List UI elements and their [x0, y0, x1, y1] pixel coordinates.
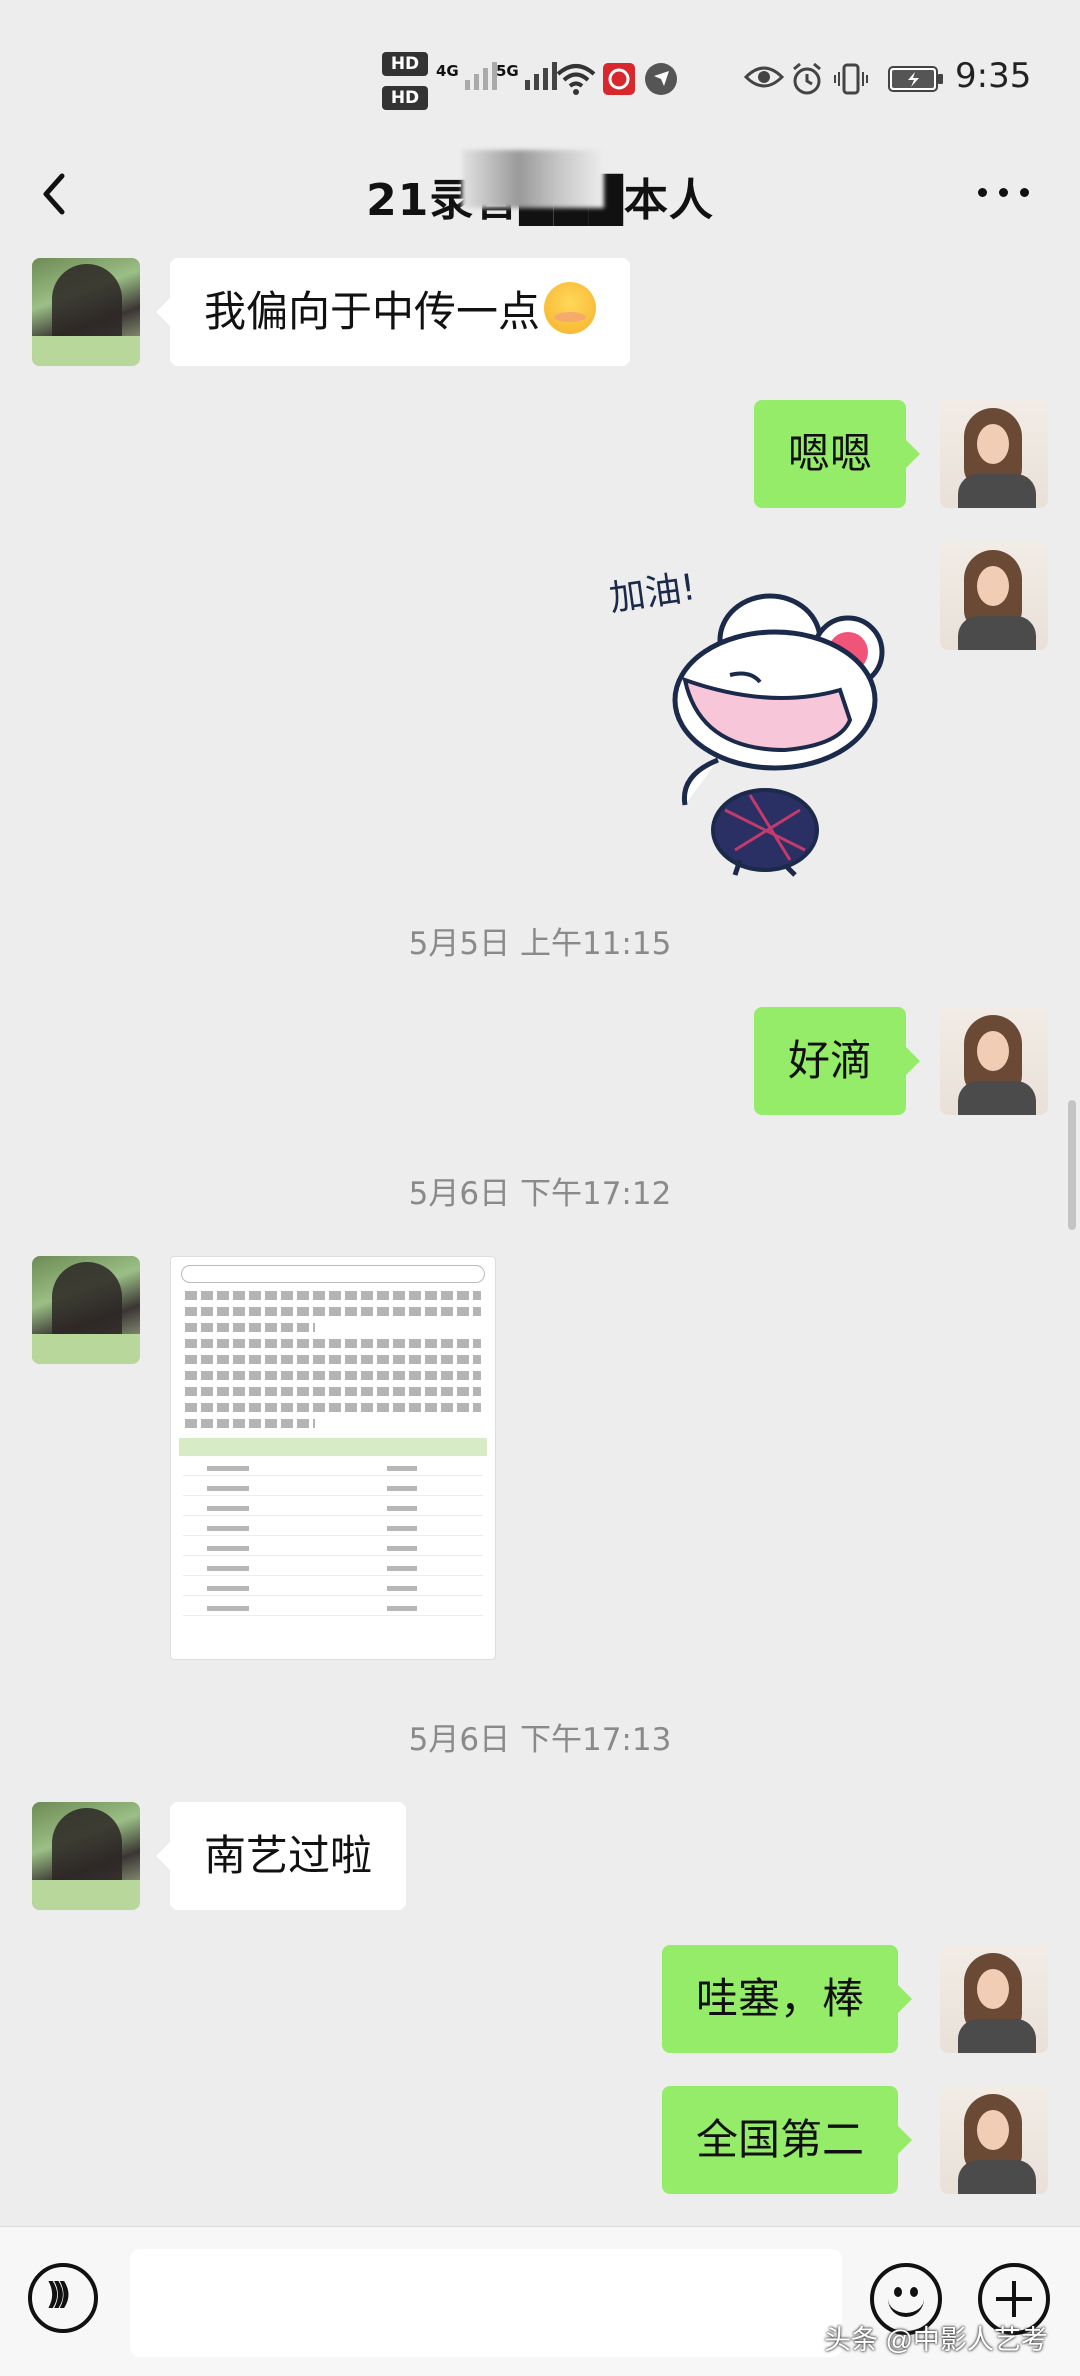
- network-type-label-2: 5G: [496, 62, 519, 80]
- signal-icon-2: 5G: [496, 62, 557, 90]
- my-avatar[interactable]: [940, 2086, 1048, 2194]
- sticker-text: 加油!: [607, 567, 698, 620]
- message-text: 南艺过啦: [204, 1831, 373, 1880]
- contact-avatar[interactable]: [32, 1802, 140, 1910]
- message-bubble-outgoing[interactable]: 好滴: [754, 1007, 921, 1115]
- network-type-label: 4G: [436, 62, 459, 80]
- watermark: 头条 @中影人艺考: [824, 2325, 1048, 2355]
- location-icon: [645, 63, 677, 95]
- my-avatar[interactable]: [940, 1945, 1048, 2053]
- contact-avatar[interactable]: [32, 1256, 140, 1364]
- my-avatar[interactable]: [940, 400, 1048, 508]
- signal-icon: 4G: [436, 62, 497, 90]
- title-redaction: [462, 150, 604, 208]
- timestamp: 5月6日 下午17:12: [408, 1176, 672, 1212]
- message-text: 全国第二: [696, 2115, 865, 2164]
- clock: 9:35: [955, 56, 1032, 96]
- hd-label-2: HD: [382, 86, 428, 110]
- message-bubble-outgoing[interactable]: 嗯嗯: [754, 400, 921, 508]
- message-bubble-incoming[interactable]: 我偏向于中传一点: [155, 258, 631, 366]
- scroll-indicator[interactable]: [1068, 1100, 1076, 1230]
- my-avatar[interactable]: [940, 1007, 1048, 1115]
- app-notification-icon: [603, 63, 635, 95]
- exam-result-screenshot[interactable]: [170, 1256, 496, 1660]
- message-input[interactable]: [130, 2249, 842, 2357]
- status-bar: HD HD 4G 5G 9:35: [0, 0, 1080, 150]
- message-bubble-outgoing[interactable]: 全国第二: [662, 2086, 913, 2194]
- message-text: 我偏向于中传一点: [204, 287, 541, 336]
- chat-header: 21录音███本人: [0, 150, 1080, 240]
- shy-face-emoji: [544, 282, 597, 334]
- message-bubble-outgoing[interactable]: 哇塞，棒: [662, 1945, 913, 2053]
- more-dots-icon[interactable]: [978, 188, 1029, 197]
- hd-label-1: HD: [382, 52, 428, 76]
- cheer-up-sticker[interactable]: 加油!: [600, 560, 900, 880]
- timestamp: 5月5日 上午11:15: [408, 926, 672, 962]
- message-text: 好滴: [788, 1036, 873, 1085]
- wifi-icon: [556, 64, 596, 95]
- contact-avatar[interactable]: [32, 258, 140, 366]
- message-text: 嗯嗯: [788, 429, 873, 478]
- message-text: 哇塞，棒: [696, 1974, 865, 2023]
- eye-icon: [744, 66, 784, 88]
- hd-icon: HD HD: [382, 52, 428, 120]
- alarm-icon: [793, 62, 821, 95]
- timestamp: 5月6日 下午17:13: [408, 1722, 672, 1758]
- vibrate-icon: [834, 63, 868, 95]
- my-avatar[interactable]: [940, 542, 1048, 650]
- battery-icon: [888, 66, 943, 92]
- voice-icon[interactable]: [28, 2263, 98, 2333]
- message-bubble-incoming[interactable]: 南艺过啦: [155, 1802, 407, 1910]
